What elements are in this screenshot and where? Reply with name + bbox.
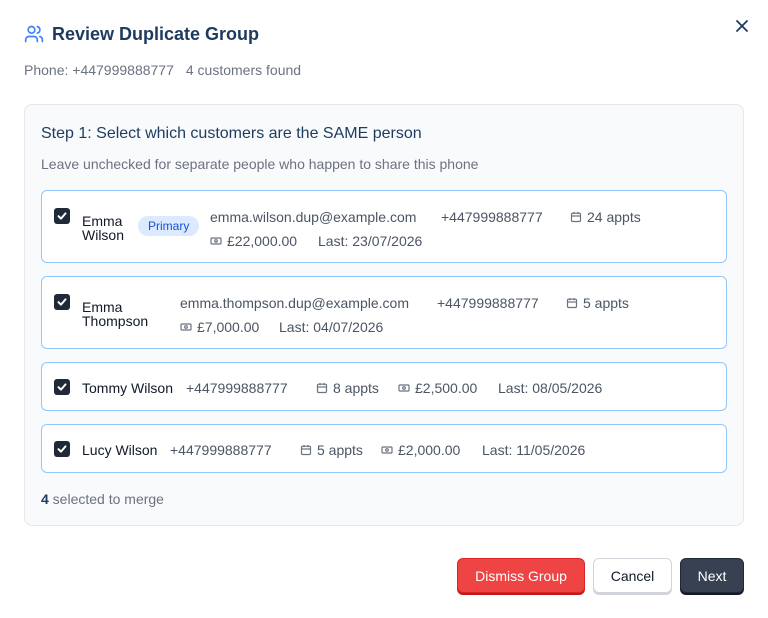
next-button[interactable]: Next	[680, 558, 744, 593]
customer-last-visit: Last: 11/05/2026	[482, 442, 586, 458]
customer-phone: +447999888777	[437, 295, 539, 311]
customer-email: emma.wilson.dup@example.com	[210, 209, 417, 225]
step-title: Step 1: Select which customers are the S…	[41, 125, 422, 142]
primary-badge: Primary	[138, 216, 200, 236]
customer-checkbox[interactable]	[54, 208, 70, 224]
money-icon	[381, 444, 393, 456]
appts-text: 5 appts	[583, 295, 629, 311]
calendar-icon	[570, 211, 582, 223]
dismiss-group-button[interactable]: Dismiss Group	[457, 558, 585, 593]
step-hint: Leave unchecked for separate people who …	[41, 156, 479, 172]
customer-phone: +447999888777	[170, 442, 272, 458]
group-phone: Phone: +447999888777	[24, 62, 174, 78]
close-icon	[736, 20, 748, 32]
money-icon	[180, 321, 192, 333]
modal-subtitle: Phone: +447999888777 4 customers found	[24, 62, 744, 78]
customer-name: Emma Thompson	[82, 300, 148, 328]
name-first: Emma	[82, 299, 123, 315]
title-row: Review Duplicate Group	[24, 22, 744, 46]
customer-card-emma-thompson[interactable]: Emma Thompson emma.thompson.dup@example.…	[41, 276, 727, 349]
check-icon	[57, 445, 67, 453]
check-icon	[57, 298, 67, 306]
appts-text: 5 appts	[317, 442, 363, 458]
check-icon	[57, 383, 67, 391]
selected-count: 4 selected to merge	[41, 491, 164, 507]
customer-card-tommy-wilson[interactable]: Tommy Wilson +447999888777 8 appts £2,50…	[41, 362, 727, 411]
calendar-icon	[316, 382, 328, 394]
check-icon	[57, 212, 67, 220]
customer-appts: 8 appts	[316, 380, 379, 396]
customer-phone: +447999888777	[186, 380, 288, 396]
customer-phone: +447999888777	[441, 209, 543, 225]
customer-appts: 24 appts	[570, 209, 641, 225]
users-icon	[24, 24, 44, 44]
customer-name: Tommy Wilson	[82, 380, 174, 396]
appts-text: 24 appts	[587, 209, 641, 225]
name-first: Emma	[82, 213, 123, 229]
modal-header: Review Duplicate Group Phone: +447999888…	[24, 22, 744, 79]
customer-appts: 5 appts	[566, 295, 629, 311]
money-icon	[398, 382, 410, 394]
spend-text: £2,000.00	[398, 442, 461, 458]
customer-appts: 5 appts	[300, 442, 363, 458]
calendar-icon	[300, 444, 312, 456]
selected-label: selected to merge	[48, 491, 164, 507]
money-icon	[210, 235, 222, 247]
customer-checkbox[interactable]	[54, 441, 70, 457]
spend-text: £2,500.00	[415, 380, 478, 396]
spend-text: £22,000.00	[227, 233, 298, 249]
customer-spend: £2,500.00	[398, 380, 477, 396]
customer-name: Emma Wilson	[82, 214, 124, 242]
cancel-button[interactable]: Cancel	[593, 558, 672, 593]
customer-last-visit: Last: 04/07/2026	[279, 319, 384, 335]
customer-checkbox[interactable]	[54, 379, 70, 395]
calendar-icon	[566, 297, 578, 309]
customer-last-visit: Last: 23/07/2026	[318, 233, 423, 249]
customer-card-emma-wilson[interactable]: Emma Wilson Primary emma.wilson.dup@exam…	[41, 190, 727, 263]
modal-title: Review Duplicate Group	[52, 23, 260, 44]
review-duplicate-modal: Review Duplicate Group Phone: +447999888…	[0, 0, 768, 618]
customer-spend: £22,000.00	[210, 233, 297, 249]
customer-spend: £2,000.00	[381, 442, 460, 458]
close-button[interactable]	[732, 16, 752, 36]
name-last: Wilson	[82, 227, 125, 243]
step-panel: Step 1: Select which customers are the S…	[24, 104, 744, 526]
customer-last-visit: Last: 08/05/2026	[498, 380, 603, 396]
customer-name: Lucy Wilson	[82, 442, 158, 458]
customer-count: 4 customers found	[185, 62, 302, 78]
customer-spend: £7,000.00	[180, 319, 259, 335]
appts-text: 8 appts	[333, 380, 379, 396]
name-last: Thompson	[82, 313, 149, 329]
customer-checkbox[interactable]	[54, 294, 70, 310]
selected-number: 4	[41, 491, 49, 507]
spend-text: £7,000.00	[197, 319, 260, 335]
customer-card-lucy-wilson[interactable]: Lucy Wilson +447999888777 5 appts £2,000…	[41, 424, 727, 473]
customer-email: emma.thompson.dup@example.com	[180, 295, 409, 311]
